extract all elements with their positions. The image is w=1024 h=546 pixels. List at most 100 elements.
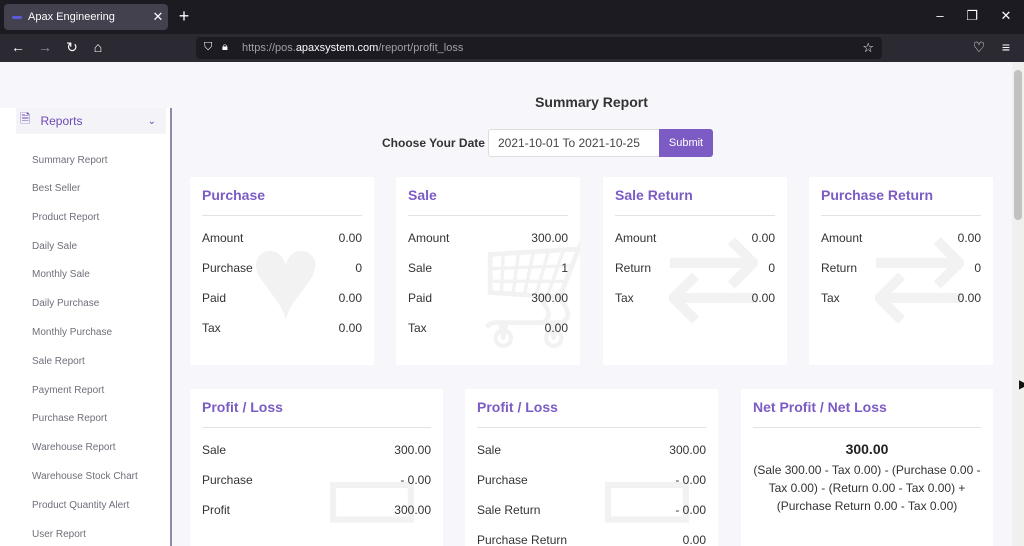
home-icon[interactable]: ⌂	[89, 39, 107, 55]
row-value: 0.00	[751, 291, 775, 305]
card-divider	[202, 427, 431, 428]
row-label: Profit	[202, 503, 231, 517]
sidebar-item-warehouse-stock-chart[interactable]: Warehouse Stock Chart	[32, 471, 138, 482]
lock-icon[interactable]: 🔒︎	[222, 41, 228, 54]
net-profit-card: Net Profit / Net Loss 300.00 (Sale 300.0…	[741, 389, 993, 546]
sidebar-item-summary-report[interactable]: Summary Report	[32, 155, 108, 166]
document-icon: 🗎︎	[20, 111, 31, 126]
row-value: 300.00	[394, 443, 431, 457]
tab-title: Apax Engineering	[28, 11, 115, 23]
row-label: Paid	[202, 291, 227, 305]
row-label: Purchase Return	[477, 533, 568, 546]
card-divider	[753, 427, 981, 428]
close-tab-icon[interactable]: ✕	[148, 9, 168, 25]
date-range-input[interactable]: 2021-10-01 To 2021-10-25	[488, 129, 660, 157]
row-value: 0	[768, 261, 775, 275]
page-content: 🗎︎ Reports ⌄ Summary Report Best Seller …	[0, 62, 1012, 546]
card-divider	[408, 215, 568, 216]
pocket-icon[interactable]: ♡	[970, 39, 988, 56]
row-label: Amount	[821, 231, 863, 245]
chevron-down-icon: ⌄	[147, 115, 156, 127]
sidebar-item-best-seller[interactable]: Best Seller	[32, 183, 80, 194]
row-value: 0.00	[338, 291, 362, 305]
card-divider	[615, 215, 775, 216]
card-title: Profit / Loss	[202, 399, 283, 415]
row-value: 300.00	[531, 291, 568, 305]
new-tab-icon[interactable]: +	[176, 6, 192, 27]
row-value: 0	[355, 261, 362, 275]
row-label: Tax	[408, 321, 427, 335]
card-title: Net Profit / Net Loss	[753, 399, 887, 415]
page-scrollbar[interactable]	[1012, 62, 1024, 546]
site-favicon-icon	[12, 15, 22, 19]
row-value: 0.00	[544, 321, 568, 335]
row-value: 0.00	[957, 291, 981, 305]
purchase-card: ♥ Purchase Amount 0.00 Purchase 0 Paid 0…	[190, 177, 374, 365]
forward-icon[interactable]: →	[36, 39, 54, 55]
scrollbar-thumb[interactable]	[1014, 70, 1022, 220]
sidebar-item-daily-purchase[interactable]: Daily Purchase	[32, 298, 99, 309]
card-divider	[821, 215, 981, 216]
profit-loss-card: ▭ Profit / Loss Sale 300.00 Purchase - 0…	[190, 389, 443, 546]
row-value: 0	[974, 261, 981, 275]
sidebar-item-product-quantity-alert[interactable]: Product Quantity Alert	[32, 500, 129, 511]
sidebar-item-user-report[interactable]: User Report	[32, 529, 86, 540]
sale-return-card: ⇄ Sale Return Amount 0.00 Return 0 Tax 0…	[603, 177, 787, 365]
sidebar-divider	[170, 108, 172, 546]
browser-tab[interactable]: Apax Engineering ✕	[4, 4, 168, 30]
row-label: Sale	[477, 443, 502, 457]
net-calculation-text: (Sale 300.00 - Tax 0.00) - (Purchase 0.0…	[753, 463, 981, 513]
sidebar-item-product-report[interactable]: Product Report	[32, 212, 99, 223]
row-label: Purchase	[202, 473, 253, 487]
card-title: Sale Return	[615, 187, 693, 203]
card-divider	[202, 215, 362, 216]
row-label: Amount	[202, 231, 244, 245]
heart-icon: ♥	[250, 210, 322, 344]
row-label: Amount	[615, 231, 657, 245]
sidebar-item-monthly-purchase[interactable]: Monthly Purchase	[32, 327, 112, 338]
shuffle-icon: ⇄	[663, 210, 764, 344]
url-text[interactable]: https://pos.apaxsystem.com/report/profit…	[242, 42, 463, 54]
row-value: - 0.00	[675, 503, 706, 517]
url-bar[interactable]: ⛉ 🔒︎ https://pos.apaxsystem.com/report/p…	[196, 37, 882, 59]
minimize-icon[interactable]: –	[932, 8, 948, 23]
net-total-value: 300.00	[845, 441, 889, 457]
sidebar: 🗎︎ Reports ⌄ Summary Report Best Seller …	[0, 108, 172, 546]
sidebar-item-sale-report[interactable]: Sale Report	[32, 356, 85, 367]
row-value: - 0.00	[400, 473, 431, 487]
nav-bar: ← → ↻ ⌂ ⛉ 🔒︎ https://pos.apaxsystem.com/…	[0, 34, 1024, 62]
submit-button[interactable]: Submit	[659, 129, 713, 157]
row-label: Tax	[821, 291, 840, 305]
shield-icon[interactable]: ⛉	[204, 41, 212, 54]
row-value: 0.00	[338, 321, 362, 335]
sidebar-item-daily-sale[interactable]: Daily Sale	[32, 241, 77, 252]
row-label: Purchase	[202, 261, 253, 275]
bookmark-star-icon[interactable]: ☆	[862, 40, 874, 56]
close-window-icon[interactable]: ✕	[998, 8, 1014, 24]
row-label: Return	[615, 261, 652, 275]
sidebar-item-warehouse-report[interactable]: Warehouse Report	[32, 442, 116, 453]
row-label: Purchase	[477, 473, 528, 487]
restore-icon[interactable]: ❐	[964, 8, 980, 24]
sidebar-section-label: Reports	[40, 114, 83, 128]
sale-card: 🛒︎ Sale Amount 300.00 Sale 1 Paid 300.00…	[396, 177, 580, 365]
row-value: - 0.00	[675, 473, 706, 487]
row-value: 0.00	[682, 533, 706, 546]
row-label: Amount	[408, 231, 450, 245]
sidebar-item-payment-report[interactable]: Payment Report	[32, 385, 104, 396]
sidebar-item-purchase-report[interactable]: Purchase Report	[32, 413, 107, 424]
menu-icon[interactable]: ≡	[997, 39, 1015, 55]
row-label: Paid	[408, 291, 433, 305]
sidebar-item-monthly-sale[interactable]: Monthly Sale	[32, 269, 90, 280]
date-label: Choose Your Date	[382, 136, 485, 150]
row-value: 1	[561, 261, 568, 275]
row-value: 0.00	[751, 231, 775, 245]
page-title: Summary Report	[535, 94, 648, 110]
row-value: 0.00	[957, 231, 981, 245]
sidebar-section-reports[interactable]: 🗎︎ Reports ⌄	[16, 108, 166, 134]
card-title: Sale	[408, 187, 437, 203]
back-icon[interactable]: ←	[9, 39, 27, 55]
card-title: Purchase	[202, 187, 266, 203]
row-label: Tax	[202, 321, 221, 335]
reload-icon[interactable]: ↻	[63, 39, 81, 56]
